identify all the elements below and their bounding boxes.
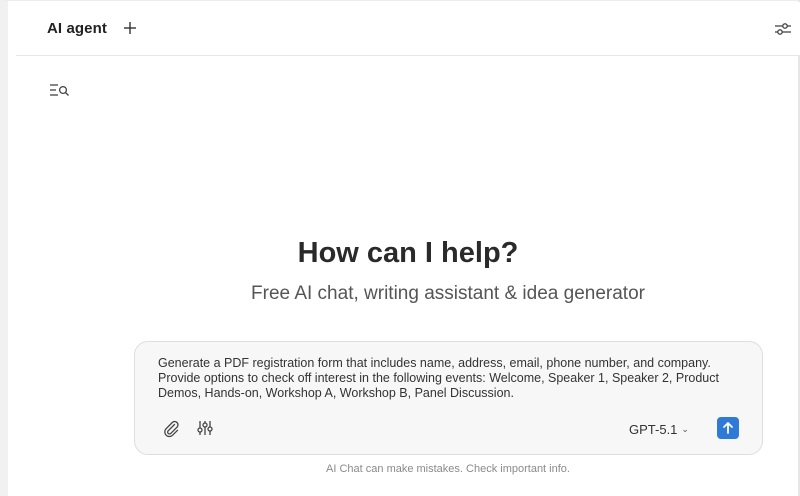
app-title: AI agent (47, 20, 107, 37)
sliders-icon (775, 23, 791, 35)
disclaimer-text: AI Chat can make mistakes. Check importa… (326, 463, 570, 475)
attach-button[interactable] (161, 418, 181, 438)
new-chat-button[interactable] (121, 19, 139, 37)
arrow-up-icon (723, 422, 733, 434)
top-bar: AI agent (16, 2, 800, 56)
hero-subline: Free AI chat, writing assistant & idea g… (251, 283, 645, 304)
search-history-button[interactable] (49, 82, 71, 100)
search-history-icon (50, 84, 69, 96)
chat-composer[interactable]: Generate a PDF registration form that in… (134, 341, 763, 455)
settings-button[interactable] (773, 20, 793, 38)
plus-icon (124, 22, 136, 34)
chevron-down-icon: ⌄ (681, 423, 689, 434)
hero-headline: How can I help? (297, 237, 519, 269)
model-selector[interactable]: GPT-5.1 ⌄ (629, 420, 689, 438)
tools-button[interactable] (196, 418, 214, 438)
model-label: GPT-5.1 (629, 421, 678, 437)
tools-sliders-icon (197, 421, 213, 435)
app-window: AI agent How can I help? Free AI chat, w… (0, 0, 800, 496)
prompt-input[interactable]: Generate a PDF registration form that in… (158, 356, 743, 401)
paperclip-icon (164, 420, 179, 438)
send-button[interactable] (717, 417, 739, 439)
